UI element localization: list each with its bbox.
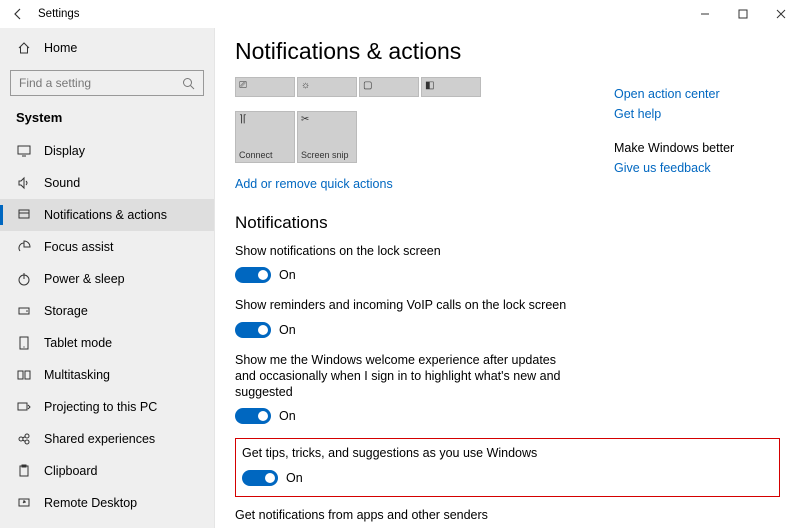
make-windows-better-heading: Make Windows better: [614, 141, 774, 155]
sidebar-item-focus-assist[interactable]: Focus assist: [0, 231, 214, 263]
quick-action-tile[interactable]: ◧: [421, 77, 481, 97]
maximize-button[interactable]: [724, 0, 762, 28]
sidebar-section: System: [0, 110, 214, 135]
toggle-switch[interactable]: [235, 408, 271, 424]
quick-action-tile-connect[interactable]: ⌉⌈Connect: [235, 111, 295, 163]
main-content: Notifications & actions ⎚ ☼ ▢ ◧ ⌉⌈Connec…: [215, 28, 800, 528]
sidebar-item-label: Focus assist: [44, 240, 113, 254]
sidebar-item-power-sleep[interactable]: Power & sleep: [0, 263, 214, 295]
toggle-state: On: [279, 409, 296, 423]
sidebar-item-remote-desktop[interactable]: Remote Desktop: [0, 487, 214, 519]
setting-reminders-voip: Show reminders and incoming VoIP calls o…: [235, 297, 780, 337]
home-label: Home: [44, 41, 77, 55]
give-feedback-link[interactable]: Give us feedback: [614, 161, 774, 175]
sound-icon: [16, 175, 32, 191]
toggle-state: On: [279, 268, 296, 282]
sidebar-item-label: Remote Desktop: [44, 496, 137, 510]
window-controls: [686, 0, 800, 28]
sidebar-item-sound[interactable]: Sound: [0, 167, 214, 199]
toggle-switch[interactable]: [235, 267, 271, 283]
quick-action-tile[interactable]: ▢: [359, 77, 419, 97]
sidebar-item-label: Power & sleep: [44, 272, 125, 286]
sidebar-item-label: Projecting to this PC: [44, 400, 157, 414]
storage-icon: [16, 303, 32, 319]
display-icon: [16, 143, 32, 159]
sidebar-item-label: Clipboard: [44, 464, 98, 478]
projecting-icon: [16, 399, 32, 415]
toggle-state: On: [286, 471, 303, 485]
focus-assist-icon: [16, 239, 32, 255]
sidebar-item-multitasking[interactable]: Multitasking: [0, 359, 214, 391]
clipboard-icon: [16, 463, 32, 479]
search-input[interactable]: Find a setting: [10, 70, 204, 96]
sidebar-item-projecting[interactable]: Projecting to this PC: [0, 391, 214, 423]
setting-app-notifications: Get notifications from apps and other se…: [235, 507, 780, 528]
setting-tips-tricks-highlighted: Get tips, tricks, and suggestions as you…: [235, 438, 780, 496]
search-placeholder: Find a setting: [19, 76, 91, 90]
sidebar-item-tablet-mode[interactable]: Tablet mode: [0, 327, 214, 359]
remote-desktop-icon: [16, 495, 32, 511]
open-action-center-link[interactable]: Open action center: [614, 87, 774, 101]
toggle-state: On: [279, 323, 296, 337]
multitasking-icon: [16, 367, 32, 383]
quick-action-tile[interactable]: ⎚: [235, 77, 295, 97]
notifications-icon: [16, 207, 32, 223]
sidebar-item-clipboard[interactable]: Clipboard: [0, 455, 214, 487]
sidebar-item-display[interactable]: Display: [0, 135, 214, 167]
sidebar-item-shared-experiences[interactable]: Shared experiences: [0, 423, 214, 455]
sidebar-item-notifications[interactable]: Notifications & actions: [0, 199, 214, 231]
minimize-button[interactable]: [686, 0, 724, 28]
sidebar-item-label: Notifications & actions: [44, 208, 167, 222]
sidebar-item-label: Shared experiences: [44, 432, 155, 446]
get-help-link[interactable]: Get help: [614, 107, 774, 121]
toggle-switch[interactable]: [235, 322, 271, 338]
back-arrow-icon: [11, 7, 25, 21]
shared-icon: [16, 431, 32, 447]
home-icon: [16, 40, 32, 56]
power-icon: [16, 271, 32, 287]
page-title: Notifications & actions: [235, 38, 780, 65]
setting-label: Get tips, tricks, and suggestions as you…: [242, 445, 582, 461]
tablet-icon: [16, 335, 32, 351]
sidebar-item-label: Tablet mode: [44, 336, 112, 350]
sidebar-item-label: Storage: [44, 304, 88, 318]
setting-label: Show notifications on the lock screen: [235, 243, 575, 259]
back-button[interactable]: [8, 7, 28, 21]
home-button[interactable]: Home: [0, 34, 214, 66]
right-rail: Open action center Get help Make Windows…: [614, 93, 774, 181]
setting-welcome-experience: Show me the Windows welcome experience a…: [235, 352, 780, 425]
setting-label: Get notifications from apps and other se…: [235, 507, 575, 523]
toggle-switch[interactable]: [242, 470, 278, 486]
setting-label: Show me the Windows welcome experience a…: [235, 352, 575, 401]
close-button[interactable]: [762, 0, 800, 28]
sidebar: Home Find a setting System Display Sound…: [0, 28, 215, 528]
window-title: Settings: [38, 8, 80, 20]
setting-lock-screen-notifications: Show notifications on the lock screen On: [235, 243, 780, 283]
sidebar-item-label: Sound: [44, 176, 80, 190]
quick-action-tile-screen-snip[interactable]: ✂Screen snip: [297, 111, 357, 163]
quick-action-tile[interactable]: ☼: [297, 77, 357, 97]
sidebar-item-label: Multitasking: [44, 368, 110, 382]
search-icon: [182, 77, 195, 90]
sidebar-item-label: Display: [44, 144, 85, 158]
notifications-heading: Notifications: [235, 213, 780, 233]
sidebar-item-storage[interactable]: Storage: [0, 295, 214, 327]
titlebar: Settings: [0, 0, 800, 28]
setting-label: Show reminders and incoming VoIP calls o…: [235, 297, 575, 313]
